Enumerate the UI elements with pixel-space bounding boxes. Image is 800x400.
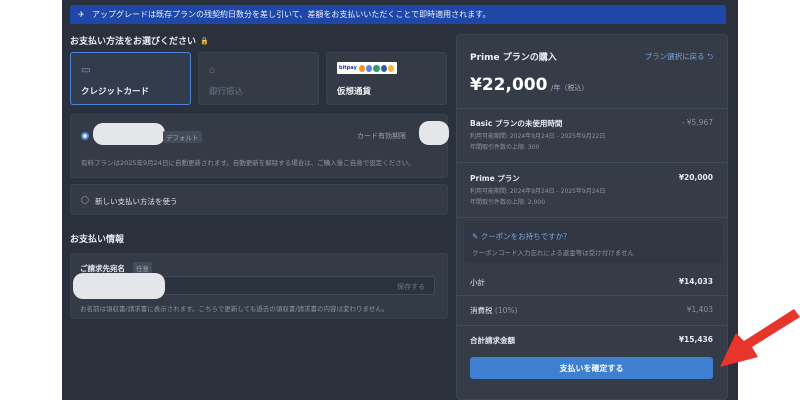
- billing-name-note: お名前は領収書/請求書に表示されます。こちらで更新しても過去の領収書/請求書の内…: [80, 305, 389, 313]
- basic-unused-period: 利用可能期間: 2024年9月24日 - 2025年9月22日: [470, 133, 606, 140]
- checkout-screen: ✈ アップグレードは既存プランの残契約日数分を差し引いて、差額をお支払いいただく…: [62, 0, 738, 400]
- divider: [457, 217, 727, 218]
- banner-text: アップグレードは既存プランの残契約日数分を差し引いて、差額をお支払いいただくこと…: [92, 10, 491, 19]
- new-method-radio[interactable]: [81, 196, 89, 204]
- card-expiry-label: カード有効期限: [357, 132, 406, 140]
- total-label: 合計請求金額: [470, 336, 515, 345]
- method-bank-transfer: ⌂ 銀行振込: [198, 52, 319, 105]
- auto-renew-note: 有料プランは2025年9月24日に自動更新されます。自動更新を解除する場合は、ご…: [81, 159, 415, 167]
- credit-card-icon: ▭: [81, 65, 91, 76]
- billing-name-redacted: [73, 273, 165, 299]
- prime-plan-title: Prime プラン: [470, 174, 520, 183]
- upgrade-info-banner: ✈ アップグレードは既存プランの残契約日数分を差し引いて、差額をお支払いいただく…: [70, 5, 726, 24]
- lock-icon: 🔒: [200, 36, 209, 45]
- basic-unused-title: Basic プランの未使用時間: [470, 119, 563, 128]
- default-badge: デフォルト: [163, 131, 202, 143]
- subtotal-label: 小計: [470, 278, 485, 287]
- prime-plan-value: ¥20,000: [678, 173, 713, 182]
- subtotal-value: ¥14,033: [678, 277, 713, 286]
- purchase-title: Prime プランの購入: [470, 53, 557, 63]
- coupon-section: ✎ クーポンをお持ちですか？ クーポンコード入力忘れによる返金等は受け付けません: [464, 223, 722, 263]
- tax-value: ¥1,403: [686, 305, 713, 314]
- total-value: ¥15,436: [678, 335, 713, 344]
- payment-method-title: お支払い方法をお選びください 🔒: [70, 36, 209, 48]
- crypto-logos-icon: bitpay: [337, 62, 397, 74]
- plan-price: ¥22,000: [470, 75, 548, 95]
- basic-unused-value: - ¥5,967: [681, 118, 713, 127]
- tag-icon: ✎: [472, 232, 481, 241]
- divider: [457, 325, 727, 326]
- save-button[interactable]: 保存する: [397, 282, 425, 292]
- red-arrow-annotation: [720, 309, 800, 367]
- price-unit: /年（税込）: [551, 84, 589, 92]
- prime-plan-limit: 年間取引件数の上限: 2,000: [470, 199, 546, 206]
- back-to-plans-link[interactable]: プラン選択に戻る ⮌: [645, 51, 713, 64]
- prime-plan-period: 利用可能期間: 2024年9月24日 - 2025年9月24日: [470, 188, 606, 195]
- bank-icon: ⌂: [209, 65, 216, 76]
- coupon-note: クーポンコード入力忘れによる返金等は受け付けません: [472, 249, 635, 257]
- coupon-link[interactable]: ✎ クーポンをお持ちですか？: [472, 231, 571, 242]
- arrow-shape: [720, 309, 800, 367]
- new-payment-method-option[interactable]: 新しい支払い方法を使う: [70, 184, 448, 215]
- card-expiry-redacted: [419, 121, 449, 145]
- saved-card-option[interactable]: デフォルト カード有効期限 有料プランは2025年9月24日に自動更新されます。…: [70, 114, 449, 178]
- basic-unused-limit: 年間取引件数の上限: 300: [470, 144, 540, 151]
- rocket-icon: ✈: [78, 10, 85, 19]
- tax-label: 消費税 (10%): [470, 306, 518, 315]
- saved-card-radio[interactable]: [81, 132, 89, 140]
- confirm-payment-button[interactable]: 支払いを確定する: [470, 357, 713, 379]
- divider: [457, 108, 727, 109]
- purchase-summary-panel: Prime プランの購入 プラン選択に戻る ⮌ ¥22,000 /年（税込） B…: [456, 34, 728, 400]
- billing-name-input[interactable]: 保存する: [73, 273, 435, 299]
- divider: [457, 162, 727, 163]
- undo-arrow-icon: ⮌: [706, 52, 713, 61]
- method-crypto[interactable]: bitpay 仮想通貨: [326, 52, 447, 105]
- card-number-redacted: [93, 123, 165, 145]
- billing-info-card: ご請求先宛名 任意 保存する お名前は領収書/請求書に表示されます。こちらで更新…: [70, 253, 448, 319]
- method-credit-card[interactable]: ▭ クレジットカード: [70, 52, 191, 105]
- billing-info-title: お支払い情報: [70, 235, 125, 245]
- divider: [457, 295, 727, 296]
